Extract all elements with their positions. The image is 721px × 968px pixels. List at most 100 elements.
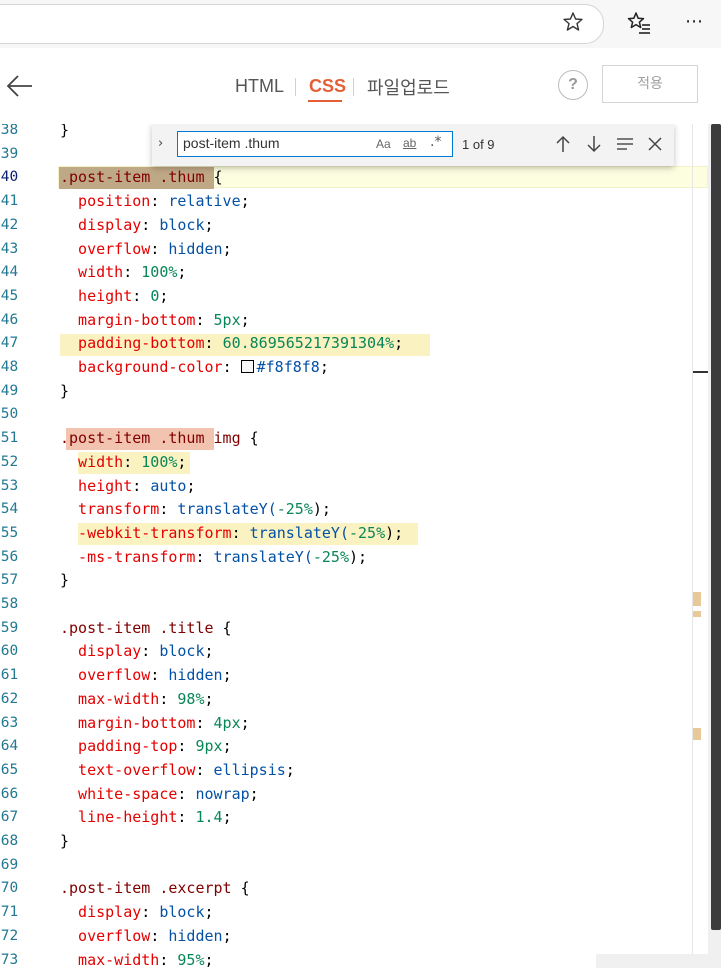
tab-file-upload[interactable]: 파일업로드	[367, 74, 450, 100]
code-token: 4px	[213, 714, 241, 732]
code-line[interactable]: }	[60, 829, 69, 853]
code-token: :	[141, 903, 160, 921]
tab-css[interactable]: CSS	[309, 76, 346, 97]
line-number: 371	[0, 904, 19, 920]
code-line[interactable]: white-space: nowrap;	[60, 782, 259, 806]
code-line[interactable]: position: relative;	[60, 189, 250, 213]
help-icon[interactable]: ?	[558, 70, 588, 100]
code-line[interactable]: margin-bottom: 4px;	[60, 711, 250, 735]
code-token: padding-bottom	[60, 334, 205, 352]
code-line[interactable]: overflow: hidden;	[60, 924, 232, 948]
code-token: {	[204, 168, 223, 186]
code-token: max-width	[60, 951, 160, 968]
code-line[interactable]: .post-item .excerpt {	[60, 876, 250, 900]
code-line[interactable]: overflow: hidden;	[60, 237, 232, 261]
code-token: :	[123, 263, 142, 281]
code-line[interactable]: }	[60, 379, 69, 403]
overview-cursor-marker	[693, 371, 709, 373]
code-token: 95%	[177, 951, 205, 968]
code-token: display	[60, 642, 142, 660]
line-number: 364	[0, 738, 19, 754]
code-token: ;	[177, 263, 187, 281]
editor-header: HTML CSS 파일업로드 ? 적용	[0, 48, 721, 125]
code-token: :	[222, 358, 241, 376]
code-token: .post-item .thum	[60, 168, 205, 186]
code-line[interactable]: height: 0;	[60, 284, 168, 308]
code-token: 100%	[141, 263, 178, 281]
code-line[interactable]: width: 100%;	[60, 450, 186, 474]
line-number: 360	[0, 643, 19, 659]
code-line[interactable]: }	[60, 568, 69, 592]
code-line[interactable]: background-color: #f8f8f8;	[60, 355, 329, 379]
code-line[interactable]: .post-item .thum img {	[60, 426, 259, 450]
code-line[interactable]: margin-bottom: 5px;	[60, 308, 250, 332]
code-line[interactable]: -webkit-transform: translateY(-25%);	[60, 521, 403, 545]
code-line[interactable]: max-width: 98%;	[60, 687, 214, 711]
chevron-right-icon[interactable]: ›	[158, 136, 170, 152]
line-number: 346	[0, 312, 19, 328]
code-token: text-overflow	[60, 761, 196, 779]
find-in-selection-icon[interactable]	[614, 133, 636, 155]
code-line[interactable]: height: auto;	[60, 474, 195, 498]
code-token: position	[60, 192, 151, 210]
arrow-down-icon[interactable]	[583, 133, 605, 155]
star-icon[interactable]	[561, 10, 585, 34]
code-token: ;	[285, 761, 295, 779]
code-token: ;	[249, 785, 259, 803]
code-token: ;	[222, 666, 232, 684]
code-line[interactable]: }	[60, 124, 69, 142]
code-token: :	[177, 785, 196, 803]
apply-button[interactable]: 적용	[602, 65, 698, 103]
favorites-icon[interactable]	[626, 10, 652, 36]
code-token: translateY(	[177, 500, 277, 518]
address-bar[interactable]	[0, 4, 604, 44]
code-token: .post-item .title	[60, 619, 214, 637]
regex-toggle[interactable]: .*	[430, 134, 441, 150]
code-line[interactable]: text-overflow: ellipsis;	[60, 758, 295, 782]
code-line[interactable]: .post-item .thum {	[60, 165, 223, 189]
line-number: 355	[0, 525, 19, 541]
code-token: ;	[319, 358, 329, 376]
match-case-toggle[interactable]: Aa	[376, 137, 391, 151]
code-token: ;	[204, 690, 214, 708]
code-token: block	[159, 216, 205, 234]
code-token: line-height	[60, 808, 178, 826]
code-line[interactable]: max-width: 95%;	[60, 948, 213, 968]
code-token: .post-item .excerpt	[60, 879, 232, 897]
code-token: ;	[222, 927, 232, 945]
color-swatch[interactable]	[240, 360, 254, 373]
code-line[interactable]: transform: translateY(-25%);	[60, 497, 331, 521]
code-token: overflow	[60, 666, 151, 684]
code-line[interactable]: display: block;	[60, 900, 213, 924]
code-line[interactable]: width: 100%;	[60, 260, 186, 284]
code-token: :	[195, 761, 214, 779]
code-token: }	[60, 124, 70, 139]
match-whole-word-toggle[interactable]: ab	[403, 136, 416, 150]
code-token: overflow	[60, 240, 151, 258]
code-token: transform	[60, 500, 160, 518]
close-icon[interactable]	[644, 133, 666, 155]
line-number: 343	[0, 241, 19, 257]
code-editor[interactable]: 338 339 340 341 342 343 344 345 346 347 348 349 350 3…	[0, 124, 721, 968]
line-number: 352	[0, 454, 19, 470]
code-line[interactable]: overflow: hidden;	[60, 663, 232, 687]
arrow-up-icon[interactable]	[552, 133, 574, 155]
code-line[interactable]: line-height: 1.4;	[60, 805, 232, 829]
code-line[interactable]: padding-bottom: 60.869565217391304%;	[60, 331, 403, 355]
line-number: 344	[0, 264, 19, 280]
code-token: :	[141, 216, 160, 234]
code-line[interactable]: padding-top: 9px;	[60, 734, 232, 758]
code-line[interactable]: -ms-transform: translateY(-25%);	[60, 545, 367, 569]
line-number: 366	[0, 786, 19, 802]
tab-html[interactable]: HTML	[235, 76, 284, 97]
code-line[interactable]: display: block;	[60, 213, 213, 237]
overview-ruler	[692, 124, 693, 968]
code-token: -ms-transform	[60, 548, 196, 566]
code-line[interactable]: .post-item .title {	[60, 616, 232, 640]
line-number: 365	[0, 762, 19, 778]
scrollbar-thumb[interactable]	[711, 124, 721, 930]
code-token: );	[385, 524, 404, 542]
line-number: 350	[0, 406, 19, 422]
code-line[interactable]: display: block;	[60, 639, 213, 663]
more-icon[interactable]: ⋯	[682, 10, 706, 34]
